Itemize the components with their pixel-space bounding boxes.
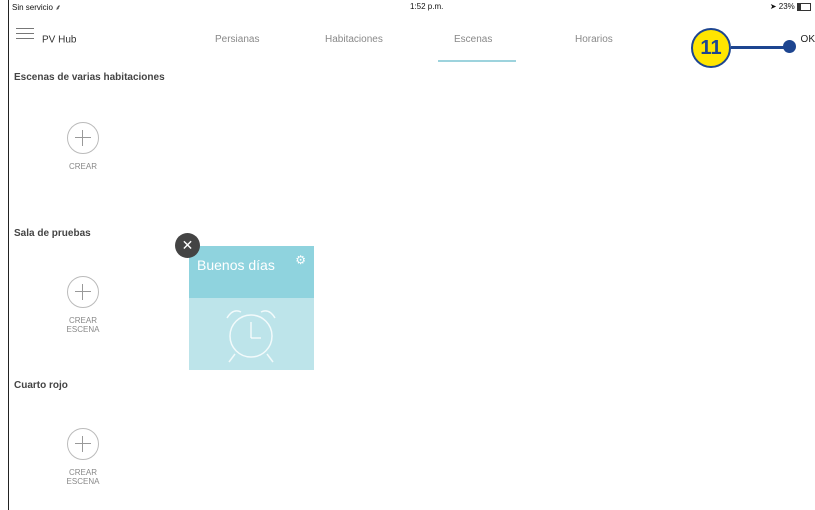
create-scene-button-cuarto-rojo[interactable]: CREAR ESCENA — [53, 428, 113, 486]
carrier-label: Sin servicio ⸙ — [12, 3, 62, 12]
section-title-cuarto-rojo: Cuarto rojo — [14, 380, 68, 391]
wifi-icon: ⸙ — [55, 3, 62, 12]
tab-persianas[interactable]: Persianas — [215, 34, 259, 45]
plus-icon — [67, 428, 99, 460]
clock: 1:52 p.m. — [410, 2, 444, 11]
tab-escenas[interactable]: Escenas — [454, 34, 492, 45]
create-scene-button-sala-de-pruebas[interactable]: CREAR ESCENA — [53, 276, 113, 334]
create-label: CREAR — [68, 316, 97, 325]
hub-name[interactable]: PV Hub — [42, 35, 76, 46]
section-title-sala-de-pruebas: Sala de pruebas — [14, 228, 91, 239]
create-scene-button-multi-room[interactable]: CREAR — [53, 122, 113, 171]
menu-icon[interactable] — [16, 28, 34, 40]
location-icon: ➤ — [769, 2, 777, 11]
scene-label: ESCENA — [66, 477, 100, 486]
battery-status: ➤ 23% — [770, 2, 811, 11]
screen-edge — [8, 0, 9, 510]
close-icon[interactable]: ✕ — [175, 233, 200, 258]
alarm-clock-icon — [226, 310, 276, 363]
status-bar: Sin servicio ⸙ 1:52 p.m. ➤ 23% — [10, 0, 815, 14]
plus-icon — [67, 276, 99, 308]
callout-number-badge: 11 — [691, 28, 731, 68]
ok-button[interactable]: OK — [801, 34, 815, 45]
scene-card-buenos-dias[interactable]: Buenos días ⚙ — [189, 246, 314, 370]
callout-leader-line — [731, 46, 786, 49]
scene-card-body — [189, 298, 314, 370]
create-label: CREAR — [68, 162, 97, 171]
plus-icon — [67, 122, 99, 154]
battery-icon — [797, 2, 811, 11]
tab-horarios[interactable]: Horarios — [575, 34, 613, 45]
section-title-multi-room: Escenas de varias habitaciones — [14, 72, 165, 83]
gear-icon[interactable]: ⚙ — [295, 253, 306, 267]
tab-habitaciones[interactable]: Habitaciones — [325, 34, 383, 45]
create-label: CREAR — [68, 468, 97, 477]
scene-title: Buenos días — [197, 257, 275, 273]
scene-card-header: Buenos días ⚙ — [189, 246, 314, 298]
active-tab-indicator — [438, 60, 516, 62]
scene-label: ESCENA — [66, 325, 100, 334]
callout-pointer-dot — [783, 40, 796, 53]
